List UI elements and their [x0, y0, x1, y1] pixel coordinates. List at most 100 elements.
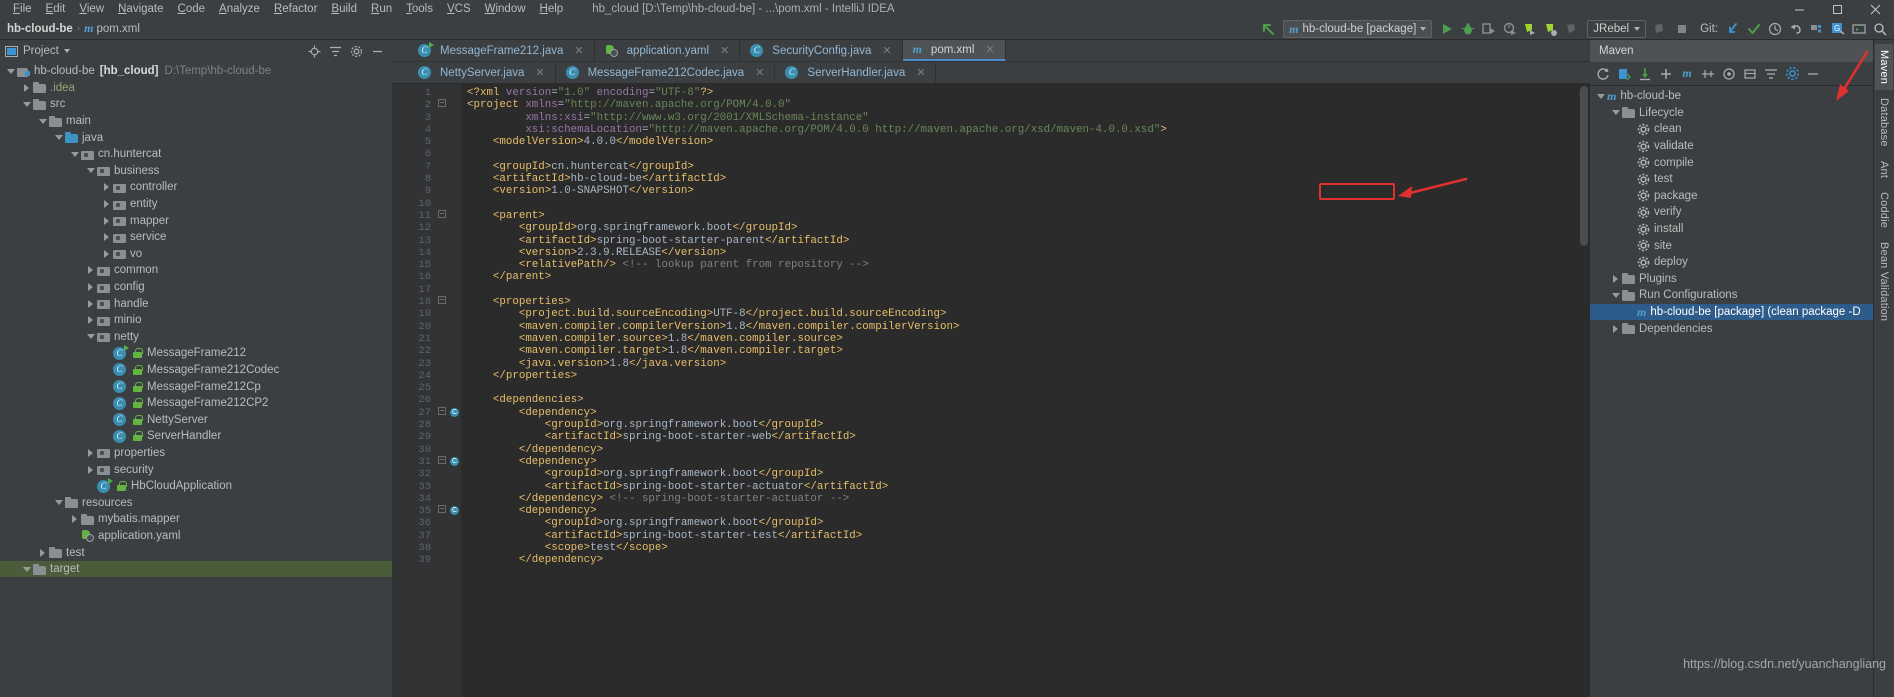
tree-node-messageframe212cp[interactable]: C MessageFrame212Cp	[0, 378, 392, 395]
collapse-arrow-icon[interactable]	[52, 135, 65, 141]
maven-node-install[interactable]: install	[1590, 221, 1873, 238]
tree-node-java[interactable]: java	[0, 129, 392, 146]
dependency-marker-icon[interactable]: C	[450, 407, 459, 417]
tree-node-nettyserver[interactable]: C NettyServer	[0, 411, 392, 428]
tree-node-serverhandler[interactable]: C ServerHandler	[0, 428, 392, 445]
close-icon[interactable]: ✕	[755, 66, 764, 79]
fold-toggle-icon[interactable]: −	[438, 505, 446, 514]
expand-arrow-icon[interactable]	[84, 448, 97, 457]
debug-icon[interactable]	[1457, 19, 1478, 39]
tool-window-tab-coddie[interactable]: Coddie	[1875, 186, 1893, 234]
expand-arrow-icon[interactable]	[84, 316, 97, 325]
fold-toggle-icon[interactable]: −	[438, 99, 446, 108]
reload-icon[interactable]	[1593, 64, 1613, 84]
minimize-button[interactable]	[1780, 0, 1818, 18]
close-icon[interactable]: ✕	[574, 44, 583, 57]
editor-tab-messageframe212-java[interactable]: C MessageFrame212.java ✕	[408, 40, 595, 61]
run-icon[interactable]	[1436, 19, 1457, 39]
maven-node-validate[interactable]: validate	[1590, 138, 1873, 155]
tree-node-main[interactable]: main	[0, 113, 392, 130]
menu-item-edit[interactable]: Edit	[39, 0, 73, 18]
tree-node-hbcloudapplication[interactable]: C HbCloudApplication	[0, 477, 392, 495]
chevron-down-icon[interactable]	[63, 49, 70, 53]
fold-toggle-icon[interactable]: −	[438, 456, 446, 464]
expand-arrow-icon[interactable]	[84, 283, 97, 292]
run-with-coverage-icon[interactable]	[1478, 19, 1499, 39]
menu-item-code[interactable]: Code	[171, 0, 213, 18]
tree-node-application-yaml[interactable]: application.yaml	[0, 528, 392, 545]
tree-node-target[interactable]: target	[0, 560, 392, 578]
tree-node-service[interactable]: service	[0, 229, 392, 246]
collapse-arrow-icon[interactable]	[1594, 93, 1607, 99]
menu-item-refactor[interactable]: Refactor	[267, 0, 324, 18]
collapse-arrow-icon[interactable]	[68, 151, 81, 157]
editor-tab-messageframe212codec-java[interactable]: C MessageFrame212Codec.java ✕	[555, 62, 776, 83]
jrebel-dropdown-icon[interactable]	[1650, 19, 1671, 39]
collapse-arrow-icon[interactable]	[84, 168, 97, 174]
tool-window-tab-ant[interactable]: Ant	[1875, 155, 1893, 184]
maximize-button[interactable]	[1818, 0, 1856, 18]
menu-item-tools[interactable]: Tools	[399, 0, 440, 18]
collapse-arrow-icon[interactable]	[84, 334, 97, 340]
breadcrumb-project[interactable]: hb-cloud-be	[7, 23, 73, 35]
toggle-skip-tests-icon[interactable]	[1698, 64, 1718, 84]
maven-node-package[interactable]: package	[1590, 188, 1873, 205]
close-icon[interactable]: ✕	[985, 43, 994, 56]
maven-node-site[interactable]: site	[1590, 237, 1873, 254]
tree-node-netty[interactable]: netty	[0, 329, 392, 346]
tree-node-messageframe212[interactable]: C MessageFrame212	[0, 344, 392, 362]
collapse-arrow-icon[interactable]	[52, 500, 65, 506]
expand-arrow-icon[interactable]	[68, 515, 81, 524]
menu-item-vcs[interactable]: VCS	[440, 0, 478, 18]
close-icon[interactable]: ✕	[535, 66, 544, 79]
menu-item-file[interactable]: File	[6, 0, 39, 18]
close-icon[interactable]: ✕	[882, 44, 891, 57]
collapse-arrow-icon[interactable]	[20, 101, 33, 107]
execute-goal-icon[interactable]	[1719, 64, 1739, 84]
menu-item-help[interactable]: Help	[533, 0, 571, 18]
menu-item-navigate[interactable]: Navigate	[111, 0, 170, 18]
close-icon[interactable]: ✕	[916, 66, 925, 79]
add-icon[interactable]	[1656, 64, 1676, 84]
maven-node-test[interactable]: test	[1590, 171, 1873, 188]
project-structure-icon[interactable]	[1806, 19, 1827, 39]
tool-window-tab-maven[interactable]: Maven	[1875, 44, 1893, 91]
tree-node-minio[interactable]: minio	[0, 312, 392, 329]
toggle-offline-icon[interactable]	[1740, 64, 1760, 84]
back-arrow-icon[interactable]	[1258, 19, 1279, 39]
editor-tab-securityconfig-java[interactable]: C SecurityConfig.java ✕	[740, 40, 903, 61]
close-button[interactable]	[1856, 0, 1894, 18]
code-content[interactable]: <?xml version="1.0" encoding="UTF-8"?> <p…	[461, 84, 1576, 697]
profile-icon[interactable]	[1499, 19, 1520, 39]
expand-arrow-icon[interactable]	[20, 83, 33, 92]
tree-node-security[interactable]: security	[0, 461, 392, 478]
jrebel-run-icon[interactable]	[1520, 19, 1541, 39]
breadcrumb-file[interactable]: pom.xml	[96, 23, 139, 35]
hide-panel-icon[interactable]	[368, 42, 387, 60]
expand-arrow-icon[interactable]	[84, 266, 97, 275]
maven-node-plugins[interactable]: Plugins	[1590, 271, 1873, 288]
fold-toggle-icon[interactable]: −	[438, 296, 446, 305]
download-sources-icon[interactable]	[1635, 64, 1655, 84]
editor-scrollbar[interactable]: ✓	[1576, 84, 1590, 697]
search-everywhere-icon[interactable]	[1869, 19, 1890, 39]
tree-node-cn-huntercat[interactable]: cn.huntercat	[0, 146, 392, 163]
jrebel-selector[interactable]: JRebel	[1587, 20, 1647, 38]
settings-icon[interactable]	[1782, 64, 1802, 84]
tree-node-mapper[interactable]: mapper	[0, 212, 392, 229]
menu-item-run[interactable]: Run	[364, 0, 399, 18]
hide-panel-icon[interactable]	[1803, 64, 1823, 84]
maven-node-run-configurations[interactable]: Run Configurations	[1590, 287, 1873, 304]
run-configuration-selector[interactable]: m hb-cloud-be [package]	[1283, 20, 1433, 38]
editor-tab-application-yaml[interactable]: application.yaml ✕	[594, 40, 741, 61]
tree-node-mybatis-mapper[interactable]: mybatis.mapper	[0, 511, 392, 528]
editor-tab-serverhandler-java[interactable]: C ServerHandler.java ✕	[775, 62, 937, 83]
marker-gutter[interactable]: C C C	[448, 84, 461, 697]
tree-node-handle[interactable]: handle	[0, 295, 392, 312]
menu-item-view[interactable]: View	[72, 0, 111, 18]
expand-arrow-icon[interactable]	[1609, 274, 1622, 283]
collapse-all-icon[interactable]	[326, 42, 345, 60]
commit-icon[interactable]	[1743, 19, 1764, 39]
editor-tab-pom-xml[interactable]: m pom.xml ✕	[902, 40, 1006, 61]
collapse-arrow-icon[interactable]	[1609, 110, 1622, 116]
